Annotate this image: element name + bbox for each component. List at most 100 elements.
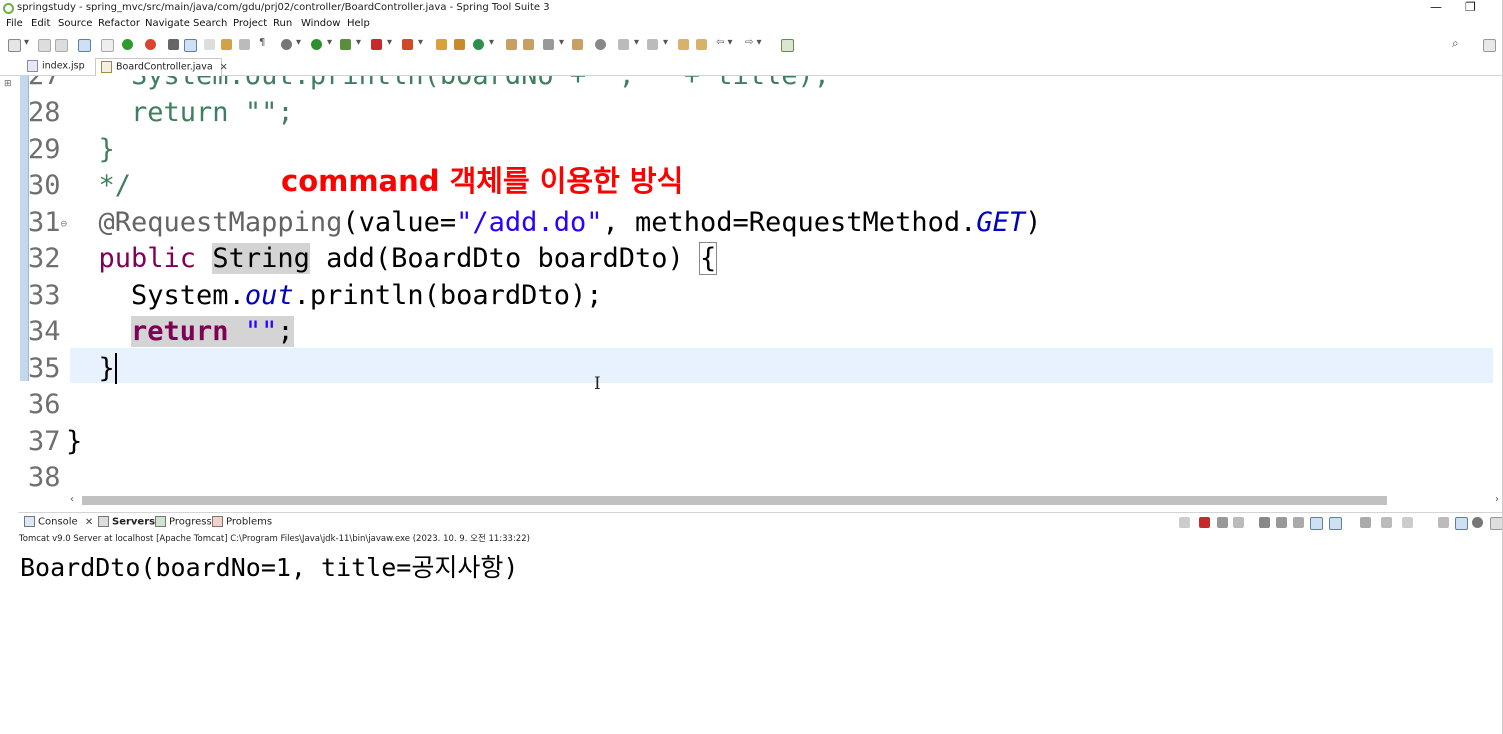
new-class-icon[interactable] <box>473 39 484 50</box>
open-type-icon[interactable] <box>506 39 517 50</box>
title-bar: springstudy - spring_mvc/src/main/java/c… <box>0 0 1503 17</box>
code-line: 32 public String add(BoardDto boardDto) … <box>28 242 718 275</box>
highlight-icon[interactable] <box>184 39 197 52</box>
menu-help[interactable]: Help <box>347 18 370 29</box>
menu-search[interactable]: Search <box>193 18 227 29</box>
servers-icon <box>98 516 109 527</box>
code-line: 37} <box>28 426 83 457</box>
scroll-left-icon[interactable]: ‹ <box>70 494 74 505</box>
tab-label: BoardController.java <box>116 61 213 73</box>
skip-breakpoints-icon[interactable] <box>101 39 114 52</box>
menu-project[interactable]: Project <box>233 18 267 29</box>
display-console-icon[interactable] <box>1360 517 1371 528</box>
open-console-icon[interactable] <box>1381 517 1392 528</box>
window-title: springstudy - spring_mvc/src/main/java/c… <box>17 2 550 13</box>
code-editor[interactable]: 27 System.out.println(boardNo + ", " + t… <box>18 76 1503 494</box>
scroll-thumb[interactable] <box>82 496 1387 505</box>
stop-dropdown-icon[interactable]: ▾ <box>387 37 392 48</box>
minimize-button[interactable]: — <box>1430 0 1442 14</box>
terminate-icon[interactable] <box>1199 517 1210 528</box>
run-icon[interactable] <box>311 39 322 50</box>
save-icon[interactable] <box>38 39 51 52</box>
remove-all-terminated-icon[interactable] <box>1217 517 1228 528</box>
new-class-dropdown-icon[interactable]: ▾ <box>489 37 494 48</box>
prev-annotation-icon[interactable] <box>647 39 658 50</box>
perspective-icon[interactable] <box>1483 39 1496 52</box>
menu-file[interactable]: File <box>6 18 23 29</box>
tab-console[interactable]: Console ✕ <box>24 516 93 528</box>
new-dropdown-icon[interactable]: ▾ <box>24 37 29 48</box>
tab-problems[interactable]: Problems <box>212 516 272 528</box>
scroll-right-icon[interactable]: › <box>1495 494 1499 505</box>
pin-editor-icon[interactable] <box>781 39 794 52</box>
external-tools-dropdown-icon[interactable]: ▾ <box>418 37 423 48</box>
save-all-icon[interactable] <box>55 39 68 52</box>
debug-dropdown-icon[interactable]: ▾ <box>296 37 301 48</box>
code-line: 29 } <box>28 134 115 165</box>
word-wrap-icon[interactable] <box>221 39 232 50</box>
debug-icon[interactable] <box>281 39 292 50</box>
menu-refactor[interactable]: Refactor <box>98 18 140 29</box>
code-line: 33 System.out.println(boardDto); <box>28 280 603 311</box>
progress-icon <box>155 516 166 527</box>
new-console-icon[interactable] <box>1402 517 1413 528</box>
package-explorer-icon[interactable]: ⊞ <box>4 79 12 89</box>
print-icon[interactable] <box>78 39 91 52</box>
link-console-icon[interactable] <box>1455 517 1468 530</box>
code-line: 27 System.out.println(boardNo + ", " + t… <box>28 76 830 94</box>
problems-icon <box>212 516 223 527</box>
menu-edit[interactable]: Edit <box>31 18 50 29</box>
boot-dashboard-icon[interactable] <box>122 39 133 50</box>
search-tool-icon[interactable] <box>543 39 554 50</box>
globe-icon[interactable] <box>595 39 606 50</box>
new-package-icon[interactable] <box>454 39 465 50</box>
menu-window[interactable]: Window <box>301 18 340 29</box>
next-annotation-dropdown-icon[interactable]: ▾ <box>634 37 639 48</box>
search-dropdown-icon[interactable]: ▾ <box>559 37 564 48</box>
last-edit-icon[interactable] <box>678 39 689 50</box>
show-stderr-icon[interactable] <box>1310 517 1323 530</box>
show-stdout-icon[interactable] <box>1293 517 1304 528</box>
close-tab-icon[interactable]: ✕ <box>220 62 228 73</box>
console-output[interactable]: BoardDto(boardNo=1, title=공지사항) <box>20 548 518 584</box>
tab-boardcontroller-java[interactable]: BoardController.java ✕ <box>95 58 228 78</box>
back-icon[interactable] <box>696 39 707 50</box>
coverage-icon[interactable] <box>340 39 351 50</box>
pilcrow-icon[interactable]: ¶ <box>259 37 265 48</box>
tab-servers[interactable]: Servers <box>98 516 155 528</box>
remove-launch-icon[interactable] <box>1179 517 1190 528</box>
console-settings-icon[interactable] <box>1438 517 1449 528</box>
menu-source[interactable]: Source <box>58 18 92 29</box>
word-wrap-console-icon[interactable] <box>1276 517 1287 528</box>
pin-console-icon[interactable] <box>1329 517 1342 530</box>
gear-icon[interactable] <box>1472 517 1483 528</box>
external-tools-icon[interactable] <box>402 39 413 50</box>
restore-button[interactable]: ❐ <box>1465 0 1476 14</box>
show-whitespace-icon[interactable] <box>239 39 250 50</box>
java-file-icon <box>101 61 112 73</box>
coverage-dropdown-icon[interactable]: ▾ <box>356 37 361 48</box>
stop-icon[interactable] <box>371 39 382 50</box>
close-console-icon[interactable]: ✕ <box>85 517 93 528</box>
search-icon[interactable]: ⌕ <box>1452 36 1459 51</box>
new-java-project-icon[interactable] <box>436 39 447 50</box>
open-task-icon[interactable] <box>523 39 534 50</box>
open-folder-icon[interactable] <box>572 39 583 50</box>
menu-navigate[interactable]: Navigate <box>145 18 190 29</box>
back-arrow-icon[interactable]: ⇦ ▾ <box>716 37 733 48</box>
tab-index-jsp[interactable]: index.jsp <box>22 58 85 77</box>
prev-annotation-dropdown-icon[interactable]: ▾ <box>663 37 668 48</box>
forward-arrow-icon[interactable]: ⇨ ▾ <box>745 37 762 48</box>
tab-progress[interactable]: Progress <box>155 516 212 528</box>
scroll-lock-icon[interactable] <box>1259 517 1270 528</box>
new-file-icon[interactable] <box>8 39 21 52</box>
toggle-mark-icon[interactable] <box>168 39 179 50</box>
clear-console-icon[interactable] <box>1233 517 1244 528</box>
menu-run[interactable]: Run <box>273 18 292 29</box>
main-toolbar: ▾ ¶ ▾ ▾ ▾ ▾ ▾ ▾ ▾ ▾ ▾ ⇦ ▾ ⇨ ▾ ⌕ <box>0 34 1503 56</box>
refresh-icon[interactable] <box>145 39 156 50</box>
editor-horizontal-scrollbar[interactable]: ‹ › <box>68 494 1503 508</box>
next-annotation-icon[interactable] <box>618 39 629 50</box>
run-dropdown-icon[interactable]: ▾ <box>327 37 332 48</box>
block-selection-icon[interactable] <box>204 39 215 50</box>
